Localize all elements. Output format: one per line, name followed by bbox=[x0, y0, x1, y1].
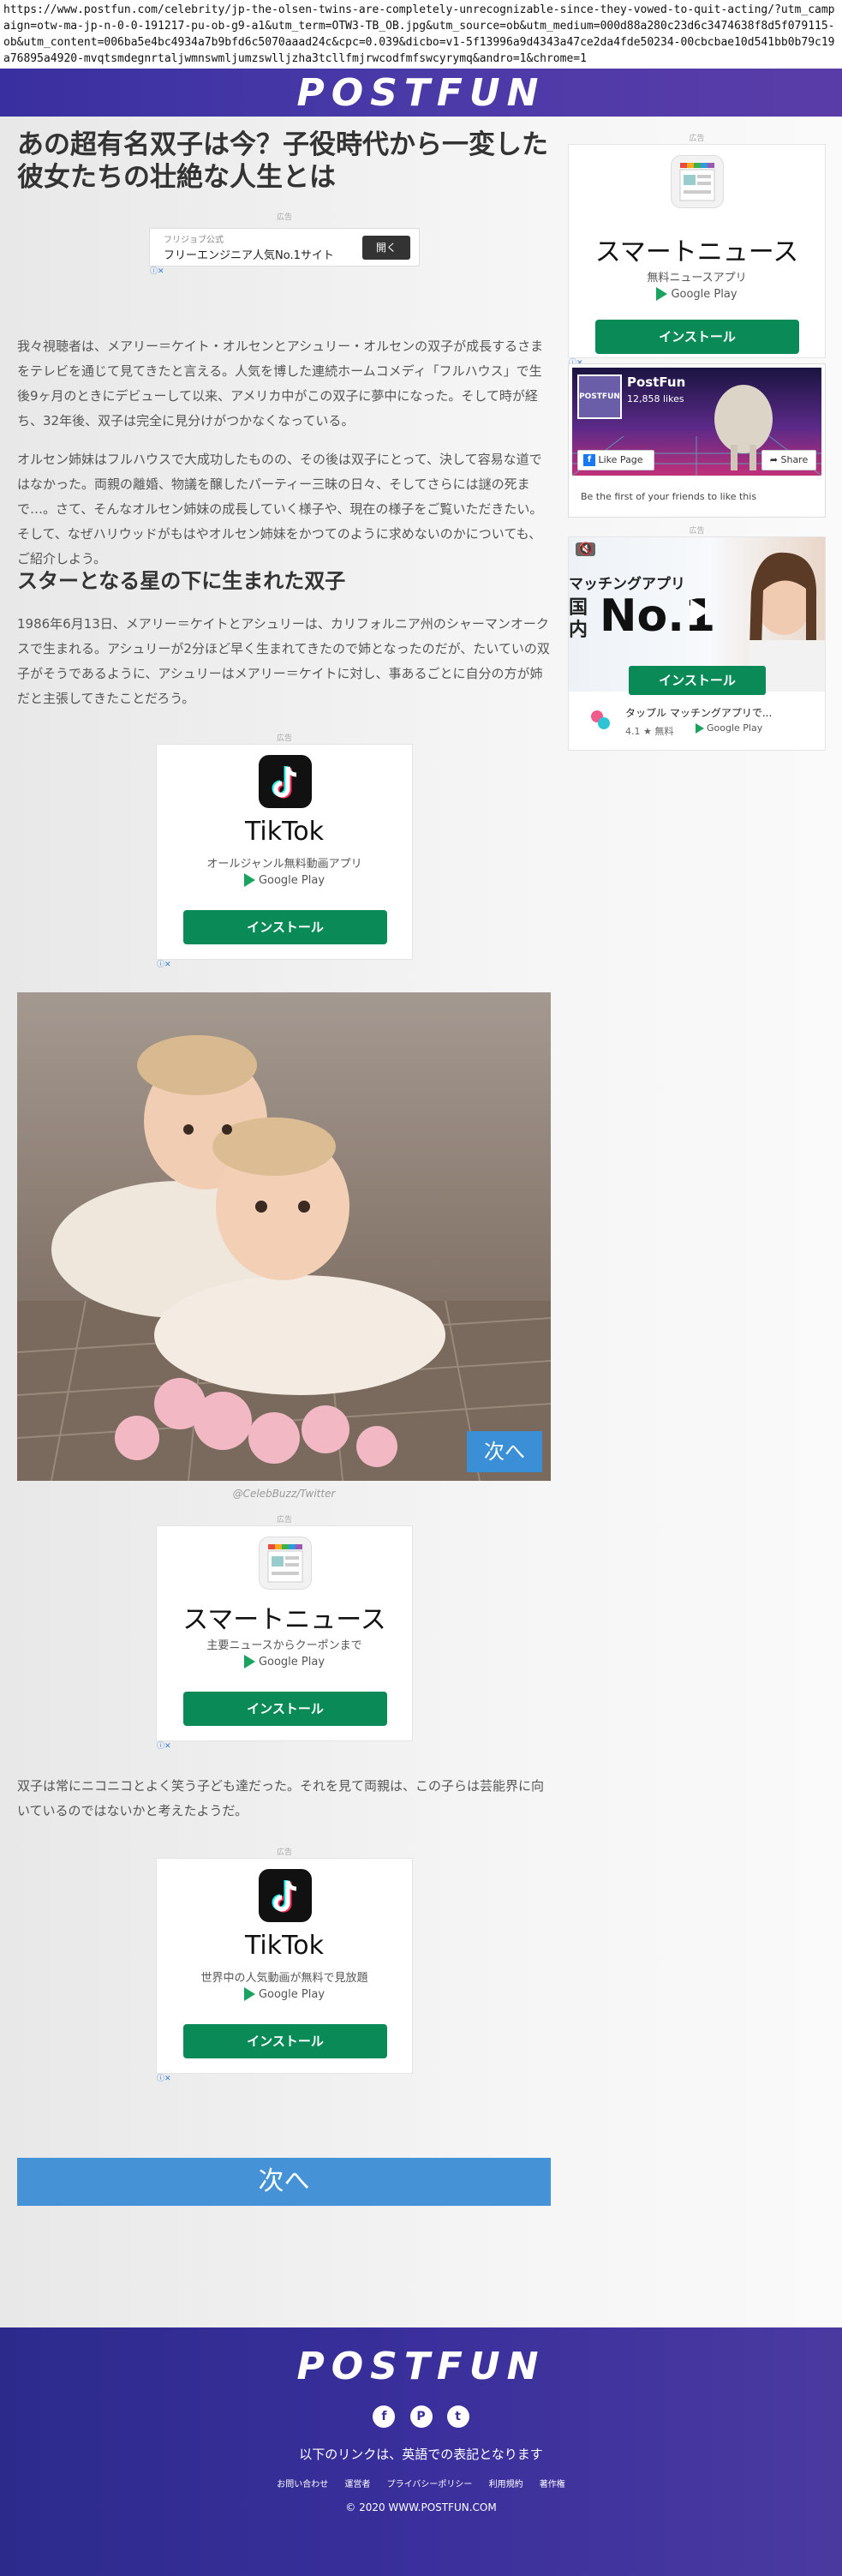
footer-note: 以下のリンクは、英語での表記となります bbox=[299, 2447, 543, 2462]
adchoices-icon[interactable]: ⓘ✕ bbox=[157, 2072, 171, 2083]
ad-label: 広告 bbox=[276, 213, 292, 222]
google-play-badge: Google Play bbox=[157, 1655, 412, 1668]
smartnews-sidebar-ad[interactable]: スマートニュース 無料ニュースアプリ Google Play インストール ⓘ✕ bbox=[568, 144, 826, 368]
app-name: スマートニュース bbox=[594, 237, 799, 267]
tiktok-ad[interactable]: TikTok オールジャンル無料動画アプリ Google Play インストール… bbox=[156, 744, 413, 969]
app-subtitle: 無料ニュースアプリ bbox=[647, 272, 747, 285]
install-button[interactable]: インストール bbox=[183, 910, 387, 944]
store-label: Google Play bbox=[258, 1987, 325, 2001]
adchoices-icon[interactable]: ⓘ✕ bbox=[157, 1740, 171, 1751]
facebook-page-avatar[interactable]: POSTFUN bbox=[577, 374, 622, 419]
google-play-badge: Google Play bbox=[569, 287, 825, 301]
ad-open-button[interactable]: 開く bbox=[362, 236, 410, 260]
facebook-widget: POSTFUN PostFun 12,858 likes f Like Page… bbox=[568, 363, 826, 518]
app-subtitle: 主要ニュースからクーポンまで bbox=[206, 1639, 362, 1652]
facebook-note: Be the first of your friends to like thi… bbox=[581, 491, 757, 502]
app-name: TikTok bbox=[244, 817, 325, 847]
google-play-icon bbox=[696, 722, 704, 734]
ad-headline-2: 国内 bbox=[569, 597, 588, 641]
footer-links: お問い合わせ 運営者 プライバシーポリシー 利用規約 著作権 bbox=[0, 2477, 842, 2489]
pinterest-icon[interactable]: P bbox=[409, 2405, 433, 2428]
matching-app-ad[interactable]: 🔇 マッチングアプリ 国内 No.1 インストール タップル マッチングアプリで… bbox=[568, 536, 826, 751]
tiktok-ad[interactable]: TikTok 世界中の人気動画が無料で見放題 Google Play インストー… bbox=[156, 1858, 413, 2083]
facebook-share-button[interactable]: ➦ Share bbox=[761, 450, 816, 470]
footer-link[interactable]: お問い合わせ bbox=[277, 2480, 328, 2489]
top-ad[interactable]: フリジョブ公式 フリーエンジニア人気No.1サイト 開く ⓘ✕ bbox=[149, 228, 420, 276]
tapple-icon bbox=[589, 709, 612, 731]
footer-link[interactable]: 利用規約 bbox=[489, 2480, 523, 2489]
photo-caption: @CelebBuzz/Twitter bbox=[232, 1488, 336, 1500]
app-name: スマートニュース bbox=[182, 1605, 386, 1635]
store-label: Google Play bbox=[671, 287, 737, 301]
section-heading: スターとなる星の下に生まれた双子 bbox=[17, 569, 346, 593]
ad-app-rating: 4.1 ★ 無料 bbox=[625, 726, 674, 737]
install-button[interactable]: インストール bbox=[183, 1692, 387, 1726]
twitter-icon[interactable]: t bbox=[446, 2405, 469, 2428]
share-icon: ➦ bbox=[769, 454, 778, 465]
facebook-icon[interactable]: f bbox=[373, 2405, 396, 2428]
install-button[interactable]: インストール bbox=[595, 320, 799, 354]
install-button[interactable]: インストール bbox=[629, 666, 766, 695]
like-page-label: Like Page bbox=[598, 454, 643, 465]
google-play-icon bbox=[243, 873, 255, 887]
ad-label: 広告 bbox=[689, 135, 705, 143]
google-play-badge: Google Play bbox=[157, 873, 412, 887]
facebook-cover: POSTFUN PostFun 12,858 likes f Like Page… bbox=[572, 368, 821, 476]
ad-label: 広告 bbox=[689, 527, 705, 536]
address-bar[interactable]: https://www.postfun.com/celebrity/jp-the… bbox=[0, 0, 842, 69]
facebook-like-count: 12,858 likes bbox=[627, 393, 684, 404]
adchoices-icon[interactable]: ⓘ✕ bbox=[150, 265, 164, 276]
google-play-badge: Google Play bbox=[157, 1987, 412, 2001]
footer-link[interactable]: 著作権 bbox=[540, 2480, 565, 2489]
ad-label: 広告 bbox=[276, 1516, 292, 1525]
ad-app-name: タップル マッチングアプリで... bbox=[625, 707, 773, 719]
facebook-icon: f bbox=[583, 454, 595, 466]
smartnews-ad[interactable]: スマートニュース 主要ニュースからクーポンまで Google Play インスト… bbox=[156, 1525, 413, 1751]
article-paragraph: 双子は常にニコニコとよく笑う子ども達だった。それを見て両親は、この子らは芸能界に… bbox=[17, 1778, 545, 1818]
google-play-icon bbox=[243, 1655, 255, 1668]
footer-logo[interactable]: POSTFUN bbox=[0, 2327, 842, 2388]
store-label: Google Play bbox=[258, 873, 325, 887]
mute-icon[interactable]: 🔇 bbox=[576, 542, 596, 556]
google-play-icon bbox=[656, 287, 668, 301]
google-play-badge: Google Play bbox=[696, 722, 762, 734]
next-page-button[interactable]: 次へ bbox=[17, 2158, 551, 2206]
smartnews-icon bbox=[259, 1537, 312, 1590]
adchoices-icon[interactable]: ⓘ✕ bbox=[157, 958, 171, 969]
play-icon[interactable] bbox=[690, 599, 709, 623]
app-subtitle: 世界中の人気動画が無料で見放題 bbox=[200, 1972, 368, 1985]
tiktok-icon bbox=[259, 755, 312, 808]
article-paragraph: 我々視聴者は、メアリー＝ケイト・オルセンとアシュリー・オルセンの双子が成長するさ… bbox=[17, 338, 544, 428]
article-paragraph: 1986年6月13日、メアリー＝ケイトとアシュリーは、カリフォルニア州のシャーマ… bbox=[17, 616, 550, 706]
footer-link[interactable]: プライバシーポリシー bbox=[387, 2480, 473, 2489]
facebook-like-button[interactable]: f Like Page bbox=[577, 450, 654, 470]
google-play-icon bbox=[243, 1987, 255, 2001]
article-paragraph: オルセン姉妹はフルハウスで大成功したものの、その後は双子にとって、決して容易な道… bbox=[17, 452, 543, 566]
article-title: あの超有名双子は今？子役時代から一変した彼女たちの壮絶な人生とは bbox=[17, 129, 548, 193]
app-name: TikTok bbox=[244, 1931, 325, 1961]
footer-link[interactable]: 運営者 bbox=[344, 2480, 370, 2489]
ad-label: 広告 bbox=[276, 1848, 292, 1857]
ad-sponsor: フリジョブ公式 bbox=[164, 236, 224, 245]
install-button[interactable]: インストール bbox=[183, 2024, 387, 2058]
article-photo: 次へ bbox=[17, 992, 551, 1481]
store-label: Google Play bbox=[258, 1655, 325, 1668]
ad-text: フリーエンジニア人気No.1サイト bbox=[164, 249, 334, 262]
site-logo[interactable]: POSTFUN bbox=[297, 71, 546, 115]
site-footer: POSTFUN f P t 以下のリンクは、英語での表記となります お問い合わせ… bbox=[0, 2327, 842, 2576]
photo-next-button[interactable]: 次へ bbox=[467, 1431, 542, 1472]
tiktok-icon bbox=[259, 1869, 312, 1922]
social-links: f P t bbox=[0, 2405, 842, 2428]
ad-label: 広告 bbox=[276, 734, 292, 743]
share-label: Share bbox=[780, 454, 809, 465]
smartnews-icon bbox=[671, 155, 724, 208]
store-label: Google Play bbox=[707, 722, 763, 734]
copyright: © 2020 WWW.POSTFUN.COM bbox=[345, 2501, 497, 2513]
site-header: POSTFUN bbox=[0, 69, 842, 117]
app-subtitle: オールジャンル無料動画アプリ bbox=[206, 858, 362, 871]
matching-app-video[interactable]: 🔇 マッチングアプリ 国内 No.1 インストール bbox=[569, 537, 825, 695]
facebook-page-name[interactable]: PostFun bbox=[627, 374, 685, 390]
